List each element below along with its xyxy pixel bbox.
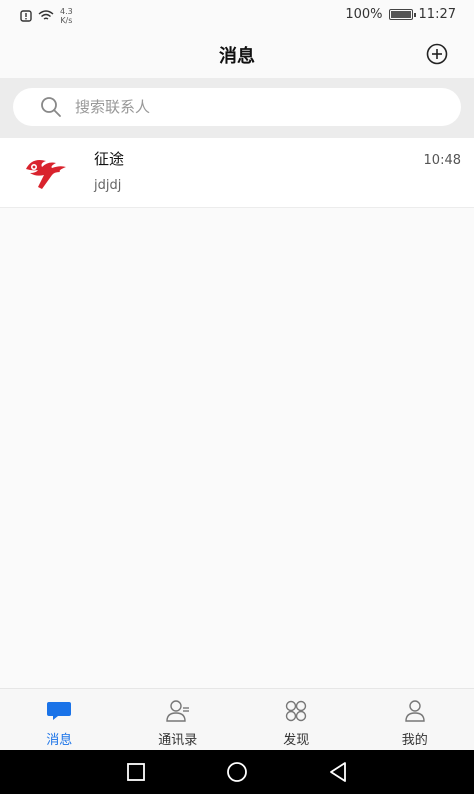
status-right: 100% 11:27 <box>345 7 456 22</box>
conversation-name: 征途 <box>94 150 125 168</box>
circle-home-icon[interactable] <box>225 760 249 784</box>
bottom-tab-bar: 消息 通讯录 发现 我的 <box>0 688 474 750</box>
conversation-time: 10:48 <box>423 153 461 168</box>
chat-bubble-icon <box>47 702 72 720</box>
tab-discover[interactable]: 发现 <box>237 689 356 750</box>
page-title: 消息 <box>219 46 255 67</box>
tab-profile[interactable]: 我的 <box>356 689 474 750</box>
profile-icon <box>405 700 425 722</box>
battery-percent: 100% <box>345 7 383 22</box>
tab-contacts[interactable]: 通讯录 <box>119 689 238 750</box>
tab-messages[interactable]: 消息 <box>0 689 119 750</box>
tab-profile-label: 我的 <box>401 733 428 748</box>
clock: 11:27 <box>418 7 456 22</box>
alert-icon <box>20 10 32 22</box>
tab-discover-label: 发现 <box>283 733 310 748</box>
title-bar: 消息 <box>0 32 474 78</box>
search-icon <box>41 97 61 117</box>
plus-circle-icon[interactable] <box>426 43 448 65</box>
search-input[interactable] <box>75 98 415 116</box>
network-speed-unit: K/s <box>60 16 73 25</box>
status-bar: 4.3 K/s 100% 11:27 <box>0 0 474 32</box>
network-speed: 4.3 K/s <box>60 7 73 25</box>
conversation-item[interactable]: 征途 10:48 jdjdj <box>0 138 474 208</box>
network-speed-value: 4.3 <box>60 7 73 16</box>
tab-messages-label: 消息 <box>46 733 73 748</box>
conversation-preview: jdjdj <box>94 178 122 193</box>
tab-contacts-label: 通讯录 <box>158 733 198 748</box>
square-recent-icon[interactable] <box>124 760 148 784</box>
triangle-back-icon[interactable] <box>326 760 350 784</box>
battery-icon <box>388 9 416 20</box>
battery-fill <box>390 11 411 18</box>
status-left: 4.3 K/s <box>20 7 73 25</box>
contacts-icon <box>166 700 189 722</box>
system-nav-bar <box>0 750 474 794</box>
wifi-icon <box>38 10 54 20</box>
search-bar <box>0 78 474 138</box>
discover-icon <box>286 700 307 722</box>
conversation-list: 征途 10:48 jdjdj <box>0 138 474 208</box>
red-logo-avatar <box>26 160 66 189</box>
search-box[interactable] <box>13 88 461 126</box>
